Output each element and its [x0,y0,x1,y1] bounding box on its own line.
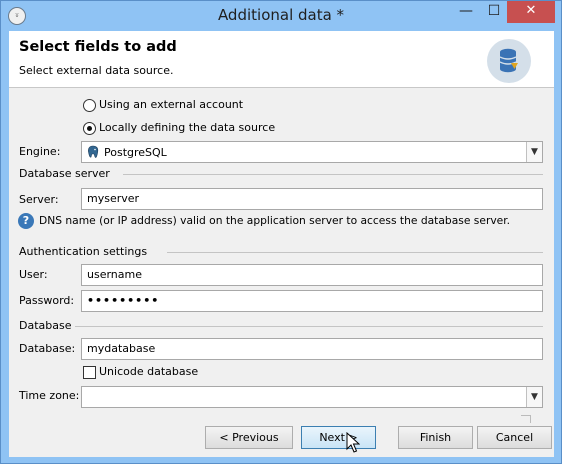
chevron-down-icon[interactable]: ▼ [526,142,542,162]
previous-button[interactable]: < Previous [205,426,293,449]
help-icon: ? [18,213,34,229]
database-icon [487,39,531,83]
local-source-radio[interactable] [83,122,96,135]
page-subtitle: Select external data source. [19,64,174,77]
next-button[interactable]: Next > [301,426,376,449]
database-label: Database: [19,342,76,355]
engine-select[interactable]: PostgreSQL ▼ [81,141,543,163]
unicode-database-checkbox[interactable] [83,366,96,379]
engine-label: Engine: [19,145,61,158]
database-section-title: Database [19,319,72,332]
database-input[interactable]: mydatabase [81,338,543,360]
password-label: Password: [19,294,75,307]
maximize-button[interactable]: ☐ [481,1,507,23]
title-bar[interactable]: ⍤ Additional data * — ☐ ✕ [1,1,561,31]
authentication-section-title: Authentication settings [19,245,148,258]
mouse-cursor-icon [346,432,360,453]
password-input[interactable]: ••••••••• [81,290,543,312]
time-zone-label: Time zone: [19,389,80,402]
postgresql-elephant-icon [87,145,99,159]
time-zone-select[interactable]: ▼ [81,386,543,408]
external-account-radio[interactable] [83,99,96,112]
unicode-database-label[interactable]: Unicode database [99,365,198,378]
minimize-button[interactable]: — [453,1,479,23]
database-server-section-title: Database server [19,167,110,180]
dialog-body: Select fields to add Select external dat… [9,31,554,457]
page-title: Select fields to add [19,39,177,55]
resize-mark [521,415,531,423]
user-label: User: [19,268,48,281]
wizard-header: Select fields to add Select external dat… [9,31,554,88]
section-divider [167,252,543,253]
section-divider [75,326,543,327]
local-source-label[interactable]: Locally defining the data source [99,121,275,134]
cancel-button[interactable]: Cancel [477,426,552,449]
server-help-text: DNS name (or IP address) valid on the ap… [39,214,511,227]
chevron-down-icon[interactable]: ▼ [526,387,542,407]
close-button[interactable]: ✕ [507,1,555,23]
server-input[interactable]: myserver [81,188,543,210]
user-input[interactable]: username [81,264,543,286]
server-label: Server: [19,193,59,206]
engine-value: PostgreSQL [104,146,167,159]
external-account-label[interactable]: Using an external account [99,98,243,111]
dialog-window: ⍤ Additional data * — ☐ ✕ Select fields … [0,0,562,464]
finish-button[interactable]: Finish [398,426,473,449]
section-divider [123,174,543,175]
